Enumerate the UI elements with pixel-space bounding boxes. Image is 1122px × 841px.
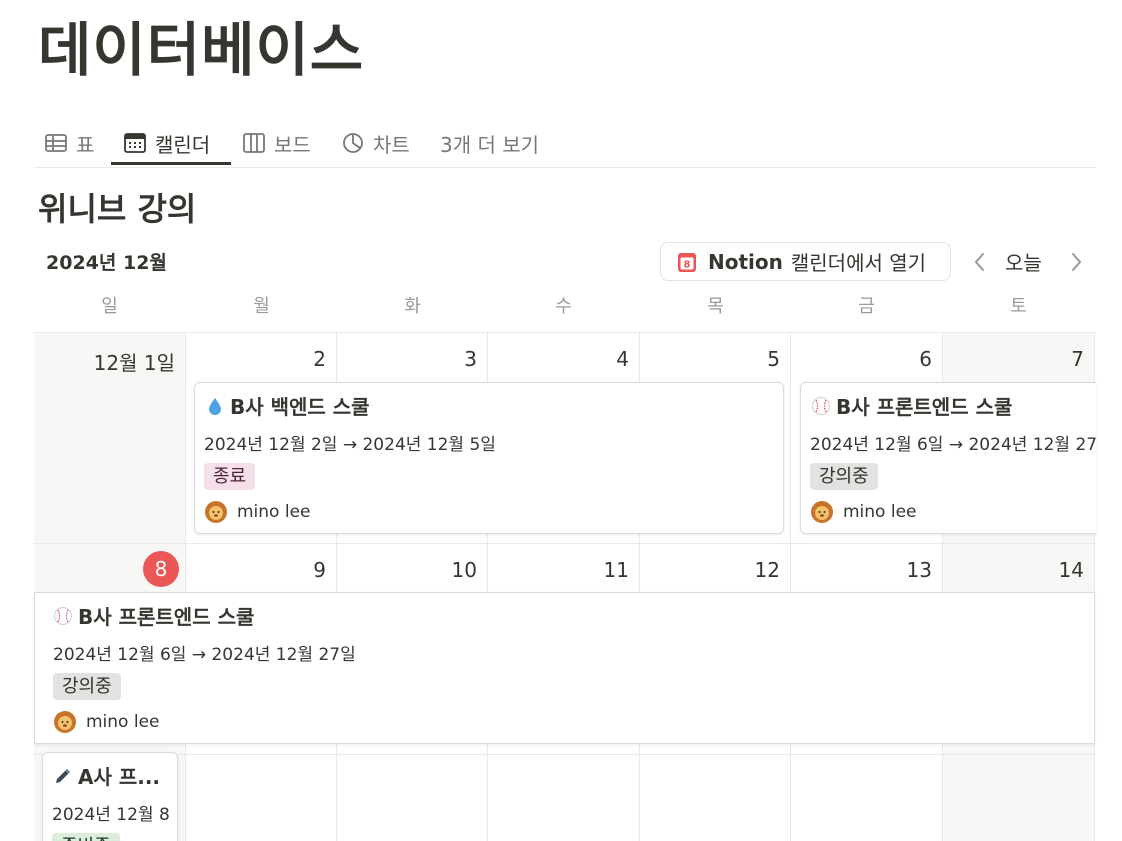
weekday-wed: 수 [555,296,572,317]
pen-icon [56,768,70,783]
weekday-tue: 화 [404,296,421,317]
day-number: 4 [616,347,629,371]
event-date-range: 2024년 12월 6일 → 2024년 12월 27일 [810,435,1096,455]
day-number: 5 [767,347,780,371]
droplet-icon [209,397,221,415]
event-date-range: 2024년 12월 2일 → 2024년 12월 5일 [204,435,496,455]
day-cell[interactable] [488,755,640,841]
event-person: mino lee [204,500,311,524]
chart-icon [343,133,363,153]
status-tag: 강의중 [810,463,878,490]
next-month-button[interactable] [1066,250,1088,274]
weekday-sun: 일 [101,296,118,317]
tab-label: 차트 [373,132,410,157]
more-views-button[interactable]: 3개 더 보기 [440,120,539,166]
weekday-thu: 목 [707,296,724,317]
board-icon [243,133,265,153]
event-date-range: 2024년 12월 6일 → 2024년 12월 27일 [53,645,356,665]
day-cell[interactable] [791,755,943,841]
day-number: 2 [313,347,326,371]
day-cell[interactable] [186,755,337,841]
tab-table[interactable]: 표 [44,120,94,166]
day-number: 7 [1071,347,1084,371]
open-in-notion-calendar-button[interactable]: 8 Notion 캘린더에서 열기 [660,242,951,281]
event-title: B사 프론트엔드 스쿨 [811,391,1012,420]
today-day-number: 8 [143,551,179,587]
lion-avatar-icon [54,711,76,733]
event-title: A사 프... [53,761,160,790]
tab-label: 표 [76,132,95,157]
event-card[interactable]: B사 프론트엔드 스쿨 2024년 12월 6일 → 2024년 12월 27일… [34,592,1095,744]
table-icon [45,134,67,152]
tab-label: 3개 더 보기 [440,132,540,157]
status-tag: 종료 [204,463,256,490]
notion-calendar-icon: 8 [678,252,696,272]
weekday-mon: 월 [253,296,270,317]
status-tag: 강의중 [53,673,121,700]
open-calendar-label: 캘린더에서 열기 [790,251,927,275]
lion-avatar-icon [811,501,833,523]
tab-label: 캘린더 [155,132,211,157]
status-tag: 준비중 [52,833,120,841]
day-number: 6 [919,347,932,371]
tab-label: 보드 [274,132,311,157]
day-number: 14 [1058,558,1084,582]
day-cell[interactable] [943,755,1095,841]
day-number: 9 [313,558,326,582]
notion-brand-label: Notion [708,249,783,274]
day-cell[interactable] [640,755,791,841]
event-title: B사 프론트엔드 스쿨 [53,601,254,630]
event-title: B사 백엔드 스쿨 [205,391,370,420]
weekday-sat: 토 [1010,296,1027,317]
event-card[interactable]: A사 프... 2024년 12월 8 준비중 [42,752,178,841]
today-button[interactable]: 오늘 [1005,247,1042,276]
active-tab-indicator [111,162,231,165]
event-date-range: 2024년 12월 8 [52,805,170,825]
day-cell[interactable]: 12월 1일 [34,333,186,544]
previous-month-button[interactable] [968,250,990,274]
day-number: 3 [464,347,477,371]
day-cell[interactable] [337,755,488,841]
event-card[interactable]: B사 프론트엔드 스쿨 2024년 12월 6일 → 2024년 12월 27일… [800,382,1096,534]
chevron-left-icon [974,253,984,271]
tab-board[interactable]: 보드 [242,120,311,166]
tab-calendar[interactable]: 캘린더 [123,120,210,166]
day-number: 11 [603,558,629,582]
weekday-fri: 금 [858,296,875,317]
page-title: 데이터베이스 [38,16,365,84]
view-tabs: 표 캘린더 보드 차트 3개 더 보기 [34,112,1096,168]
calendar-icon [124,133,146,153]
baseball-icon [812,396,830,415]
svg-text:8: 8 [684,259,691,270]
baseball-icon [54,606,72,625]
event-person: mino lee [810,500,917,524]
day-number: 10 [451,558,477,582]
day-number: 12월 1일 [93,351,175,375]
event-card[interactable]: B사 백엔드 스쿨 2024년 12월 2일 → 2024년 12월 5일 종료… [194,382,784,534]
view-title[interactable]: 위니브 강의 [38,184,196,230]
chevron-right-icon [1072,253,1082,271]
event-person: mino lee [53,710,160,734]
calendar-grid: 12월 1일 2 3 4 5 6 7 8 9 10 11 12 13 14 B사… [34,332,1096,841]
month-label: 2024년 12월 [46,252,167,274]
tab-chart[interactable]: 차트 [341,120,410,166]
lion-avatar-icon [205,501,227,523]
day-number: 13 [906,558,932,582]
day-number: 12 [754,558,780,582]
